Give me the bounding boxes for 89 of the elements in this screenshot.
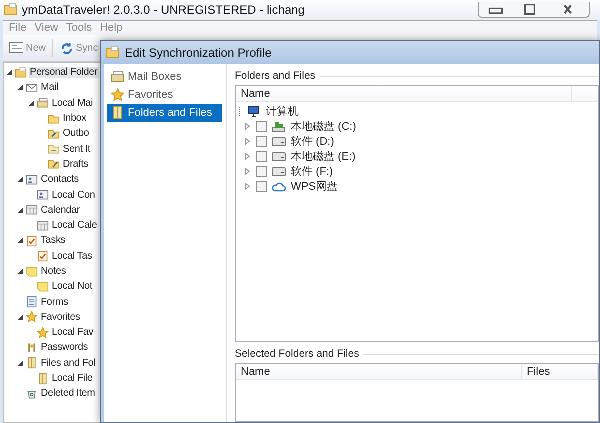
tree-item[interactable]: Local Cale (51, 220, 98, 232)
collapse-arrow-icon[interactable] (17, 176, 24, 184)
folder-icon (48, 158, 60, 170)
expand-arrow-icon[interactable] (244, 123, 251, 130)
card-icon (9, 41, 23, 55)
drive-label[interactable]: 本地磁盘 (E:) (291, 149, 356, 164)
tree-item[interactable]: Local File (51, 373, 94, 384)
checklist-icon (37, 250, 49, 262)
tree-item[interactable]: 计算机 (266, 104, 299, 119)
nav-item[interactable]: Favorites (107, 86, 222, 104)
mailbox-icon (111, 70, 125, 84)
file-icon (26, 357, 38, 370)
drive-icon (272, 120, 286, 134)
tree-item[interactable]: Calendar (40, 204, 81, 216)
window-title: ymDataTraveler! 2.0.3.0 - UNREGISTERED - lichang (22, 3, 305, 17)
collapse-arrow-icon[interactable] (17, 206, 24, 214)
calendar-icon (37, 220, 49, 232)
form-icon (26, 296, 38, 308)
drive-label[interactable]: 软件 (D:) (291, 134, 334, 149)
tree-item[interactable]: Local Tas (51, 250, 94, 262)
expanded-marker-icon[interactable] (239, 107, 242, 116)
collapse-arrow-icon[interactable] (28, 100, 35, 107)
collapse-arrow-icon[interactable] (17, 314, 24, 321)
envelope-icon (26, 82, 38, 94)
mailbox-icon (37, 97, 49, 110)
drive-label[interactable]: WPS网盘 (291, 179, 338, 194)
tree-item[interactable]: Deleted Item (40, 388, 96, 400)
tree-item[interactable]: Local Mai (51, 98, 94, 109)
checkbox[interactable] (256, 151, 267, 162)
tree-item[interactable]: Drafts (62, 158, 90, 170)
tree-item[interactable]: Tasks (40, 235, 67, 246)
tree-item[interactable]: Forms (40, 296, 70, 308)
column-header[interactable]: Name (236, 364, 522, 379)
collapse-arrow-icon[interactable] (6, 69, 13, 76)
column-header[interactable]: Files (522, 364, 598, 379)
tree-item[interactable]: Favorites (40, 312, 82, 323)
tree-item[interactable]: Sent It (62, 144, 92, 155)
collapse-arrow-icon[interactable] (17, 84, 24, 92)
star-icon (37, 326, 49, 339)
drive-icon (272, 150, 286, 164)
tree-item[interactable]: Inbox (62, 113, 88, 124)
checkbox[interactable] (256, 166, 267, 177)
tree-item[interactable]: Notes (40, 266, 68, 277)
app-logo-icon (4, 3, 18, 17)
star-icon (111, 88, 125, 102)
tree-item[interactable]: Outbo (62, 128, 90, 140)
expand-arrow-icon[interactable] (244, 138, 251, 145)
dialog-logo-icon (106, 46, 120, 60)
contact-card-icon (37, 189, 49, 202)
note-icon (37, 280, 49, 293)
collapse-arrow-icon[interactable] (17, 360, 24, 367)
folder-icon (48, 128, 60, 140)
file-icon (37, 372, 49, 385)
group-label: Folders and Files (235, 70, 316, 82)
expand-arrow-icon[interactable] (244, 168, 251, 175)
star-icon (26, 311, 38, 324)
drive-icon (272, 134, 286, 148)
tree-item[interactable]: Local Con (51, 190, 96, 201)
dialog-title: Edit Synchronization Profile (125, 46, 272, 60)
checkbox[interactable] (256, 181, 267, 192)
calendar-icon (26, 204, 38, 216)
collapse-arrow-icon[interactable] (17, 237, 24, 244)
drive-label[interactable]: 软件 (F:) (291, 164, 334, 179)
tree-item[interactable]: Local Not (51, 281, 94, 292)
drive-icon (272, 164, 286, 178)
tree-item[interactable]: Local Fav (51, 327, 95, 338)
folder-icon (15, 66, 27, 79)
checklist-icon (26, 234, 38, 247)
drive-label[interactable]: 本地磁盘 (C:) (291, 119, 356, 134)
collapse-arrow-icon[interactable] (17, 268, 24, 275)
file-icon (111, 106, 125, 120)
contact-card-icon (26, 174, 38, 186)
checkbox[interactable] (256, 136, 267, 147)
note-icon (26, 266, 38, 278)
tree-item[interactable]: Contacts (40, 174, 80, 186)
sync-icon (59, 41, 74, 55)
tree-item[interactable]: Mail (40, 82, 60, 94)
group-label: Selected Folders and Files (235, 348, 360, 360)
nav-item[interactable]: Mail Boxes (107, 68, 222, 86)
checkbox[interactable] (256, 121, 267, 132)
computer-icon (247, 104, 261, 118)
folder-icon (48, 112, 60, 125)
folder-icon (48, 143, 60, 156)
nav-item[interactable]: Folders and Files (107, 104, 222, 122)
tree-item[interactable]: Files and Fol (40, 358, 97, 369)
tree-item[interactable]: Personal Folder (29, 67, 99, 78)
expand-arrow-icon[interactable] (244, 153, 251, 160)
tree-item[interactable]: Passwords (40, 342, 90, 354)
expand-arrow-icon[interactable] (244, 183, 251, 190)
